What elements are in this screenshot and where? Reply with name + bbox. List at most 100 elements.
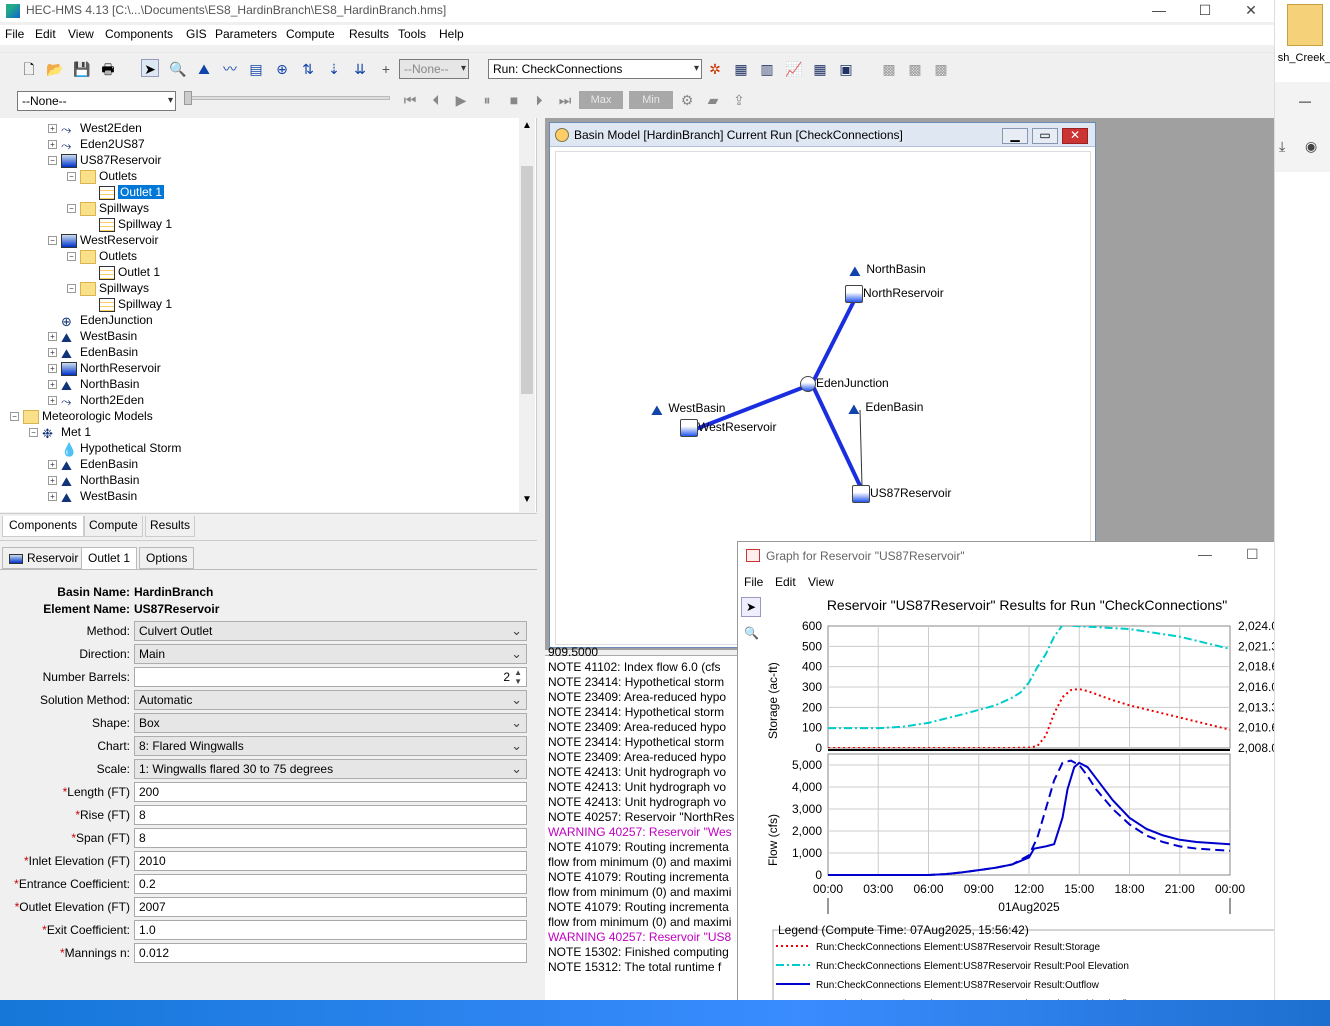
video-camera-icon[interactable]: ▰ xyxy=(704,91,722,109)
play-icon[interactable]: ▶ xyxy=(452,91,470,109)
basin-minimize-button[interactable]: ▁ xyxy=(1002,128,1028,144)
print-icon[interactable]: 🖶 xyxy=(99,60,117,78)
share-export-icon[interactable]: ⇪ xyxy=(730,91,748,109)
time-series-table-icon[interactable]: ▦ xyxy=(811,60,829,78)
tree-item[interactable]: + ⛰ EdenBasin xyxy=(48,456,138,473)
expand-toggle-icon[interactable]: − xyxy=(67,204,76,214)
tree-item[interactable]: + ⛰ WestBasin xyxy=(48,488,137,505)
menu-view[interactable]: View xyxy=(68,27,94,41)
node-us87reservoir[interactable]: US87Reservoir xyxy=(852,485,951,503)
zoom-tool-icon[interactable]: 🔍 xyxy=(744,626,759,640)
text-field[interactable]: 2010 xyxy=(134,851,527,871)
tree-item[interactable]: Outlet 1 xyxy=(86,184,165,200)
sink-tool-icon[interactable]: ⇊ xyxy=(351,60,369,78)
expand-toggle-icon[interactable]: + xyxy=(48,124,57,134)
menu-tools[interactable]: Tools xyxy=(398,27,426,41)
text-field[interactable]: 8 xyxy=(134,828,527,848)
tree-item[interactable]: + ⛰ WestBasin xyxy=(48,328,137,345)
min-button[interactable]: Min xyxy=(629,91,673,109)
tree-item[interactable]: Outlet 1 xyxy=(86,264,160,280)
node-westreservoir[interactable]: WestReservoir xyxy=(680,419,776,437)
graph-maximize-button[interactable]: ☐ xyxy=(1246,546,1259,563)
menu-results[interactable]: Results xyxy=(349,27,389,41)
menu-parameters[interactable]: Parameters xyxy=(215,27,277,41)
compute-run-icon[interactable]: ✲ xyxy=(706,60,724,78)
source-tool-icon[interactable]: ⇣ xyxy=(325,60,343,78)
subbasin-tool-icon[interactable]: ⛰ xyxy=(195,60,213,78)
tab-options[interactable]: Options xyxy=(139,547,195,569)
scroll-down-icon[interactable]: ▼ xyxy=(522,494,532,505)
menu-edit[interactable]: Edit xyxy=(35,27,56,41)
tab-outlet-1[interactable]: Outlet 1 xyxy=(81,547,138,569)
crosshair-icon[interactable]: + xyxy=(377,60,395,78)
expand-toggle-icon[interactable]: + xyxy=(48,364,57,374)
tab-results[interactable]: Results xyxy=(145,516,196,537)
pointer-tool-icon[interactable]: ➤ xyxy=(741,597,761,617)
tree-item[interactable]: Spillway 1 xyxy=(86,296,172,312)
scroll-up-icon[interactable]: ▲ xyxy=(522,120,532,131)
basin-close-button[interactable]: ✕ xyxy=(1062,128,1088,144)
tree-item[interactable]: ⊕ EdenJunction xyxy=(48,312,153,329)
menu-gis[interactable]: GIS xyxy=(186,27,207,41)
spinner-field[interactable]: 2 ▲ ▼ xyxy=(134,667,527,687)
tree-item[interactable]: + NorthReservoir xyxy=(48,360,161,376)
tree-item[interactable]: + ⛰ EdenBasin xyxy=(48,344,138,361)
menu-compute[interactable]: Compute xyxy=(286,27,335,41)
rewind-icon[interactable]: ⏮ xyxy=(401,91,419,109)
tab-components[interactable]: Components xyxy=(2,516,85,537)
menu-components[interactable]: Components xyxy=(105,27,173,41)
expand-toggle-icon[interactable]: + xyxy=(48,460,57,470)
node-northbasin[interactable]: ⛰ NorthBasin xyxy=(849,262,926,279)
link-north2eden[interactable] xyxy=(810,296,858,385)
tree-item[interactable]: − WestReservoir xyxy=(48,232,158,248)
grid-icon-1[interactable]: ▩ xyxy=(880,60,898,78)
tree-item[interactable]: − Spillways xyxy=(67,200,149,216)
link-edenbasin[interactable] xyxy=(859,409,863,487)
node-westbasin[interactable]: ⛰ WestBasin xyxy=(651,401,725,418)
graph-menu-file[interactable]: File xyxy=(744,575,763,589)
summary-icon[interactable]: ▣ xyxy=(837,60,855,78)
time-slider-handle[interactable] xyxy=(184,91,192,105)
text-field[interactable]: 0.2 xyxy=(134,874,527,894)
basin-maximize-button[interactable]: ▭ xyxy=(1032,128,1058,144)
expand-toggle-icon[interactable]: − xyxy=(29,428,38,438)
max-button[interactable]: Max xyxy=(579,91,623,109)
global-summary-icon[interactable]: ▥ xyxy=(758,60,776,78)
tab-compute[interactable]: Compute xyxy=(84,516,143,537)
diversion-tool-icon[interactable]: ⇅ xyxy=(299,60,317,78)
expand-toggle-icon[interactable]: − xyxy=(48,236,57,246)
tree-item[interactable]: − Outlets xyxy=(67,168,137,184)
minimize-icon[interactable]: — xyxy=(1299,94,1311,108)
tree-item[interactable]: + ⤳ North2Eden xyxy=(48,392,144,409)
run-selector[interactable]: Run: CheckConnections ▾ xyxy=(488,59,702,79)
tree-item[interactable]: − US87Reservoir xyxy=(48,152,161,168)
menu-file[interactable]: File xyxy=(5,27,24,41)
save-icon[interactable]: 💾 xyxy=(73,60,91,78)
expand-toggle-icon[interactable]: − xyxy=(10,412,19,422)
download-icon[interactable]: ⤓ xyxy=(1279,138,1285,155)
expand-toggle-icon[interactable]: + xyxy=(48,348,57,358)
tree-item[interactable]: − Outlets xyxy=(67,248,137,264)
account-icon[interactable]: ◉ xyxy=(1305,138,1317,155)
time-window-combo[interactable]: --None-- ▾ xyxy=(17,91,176,111)
maximize-button[interactable]: ☐ xyxy=(1182,0,1228,22)
arrow-select-icon[interactable]: ➤ xyxy=(141,59,159,77)
expand-toggle-icon[interactable]: − xyxy=(67,284,76,294)
dropdown-field[interactable]: 8: Flared Wingwalls ⌄ xyxy=(134,736,527,756)
expand-toggle-icon[interactable]: − xyxy=(67,252,76,262)
dropdown-field[interactable]: Box ⌄ xyxy=(134,713,527,733)
expand-toggle-icon[interactable]: − xyxy=(67,172,76,182)
open-folder-icon[interactable]: 📂 xyxy=(46,60,64,78)
scrollbar-thumb[interactable] xyxy=(521,166,533,394)
tree-vertical-scrollbar[interactable]: ▲ ▼ xyxy=(519,118,535,512)
dropdown-field[interactable]: Automatic ⌄ xyxy=(134,690,527,710)
minimize-button[interactable]: — xyxy=(1136,0,1182,22)
tree-item[interactable]: − ❉ Met 1 xyxy=(29,424,91,441)
dropdown-field[interactable]: Main ⌄ xyxy=(134,644,527,664)
node-edenjunction[interactable]: EdenJunction xyxy=(800,376,889,392)
expand-toggle-icon[interactable]: + xyxy=(48,380,57,390)
summary-table-icon[interactable]: ▦ xyxy=(732,60,750,78)
graph-icon[interactable]: 📈 xyxy=(785,60,803,78)
pause-icon[interactable]: ⏸ xyxy=(478,91,496,109)
text-field[interactable]: 1.0 xyxy=(134,920,527,940)
